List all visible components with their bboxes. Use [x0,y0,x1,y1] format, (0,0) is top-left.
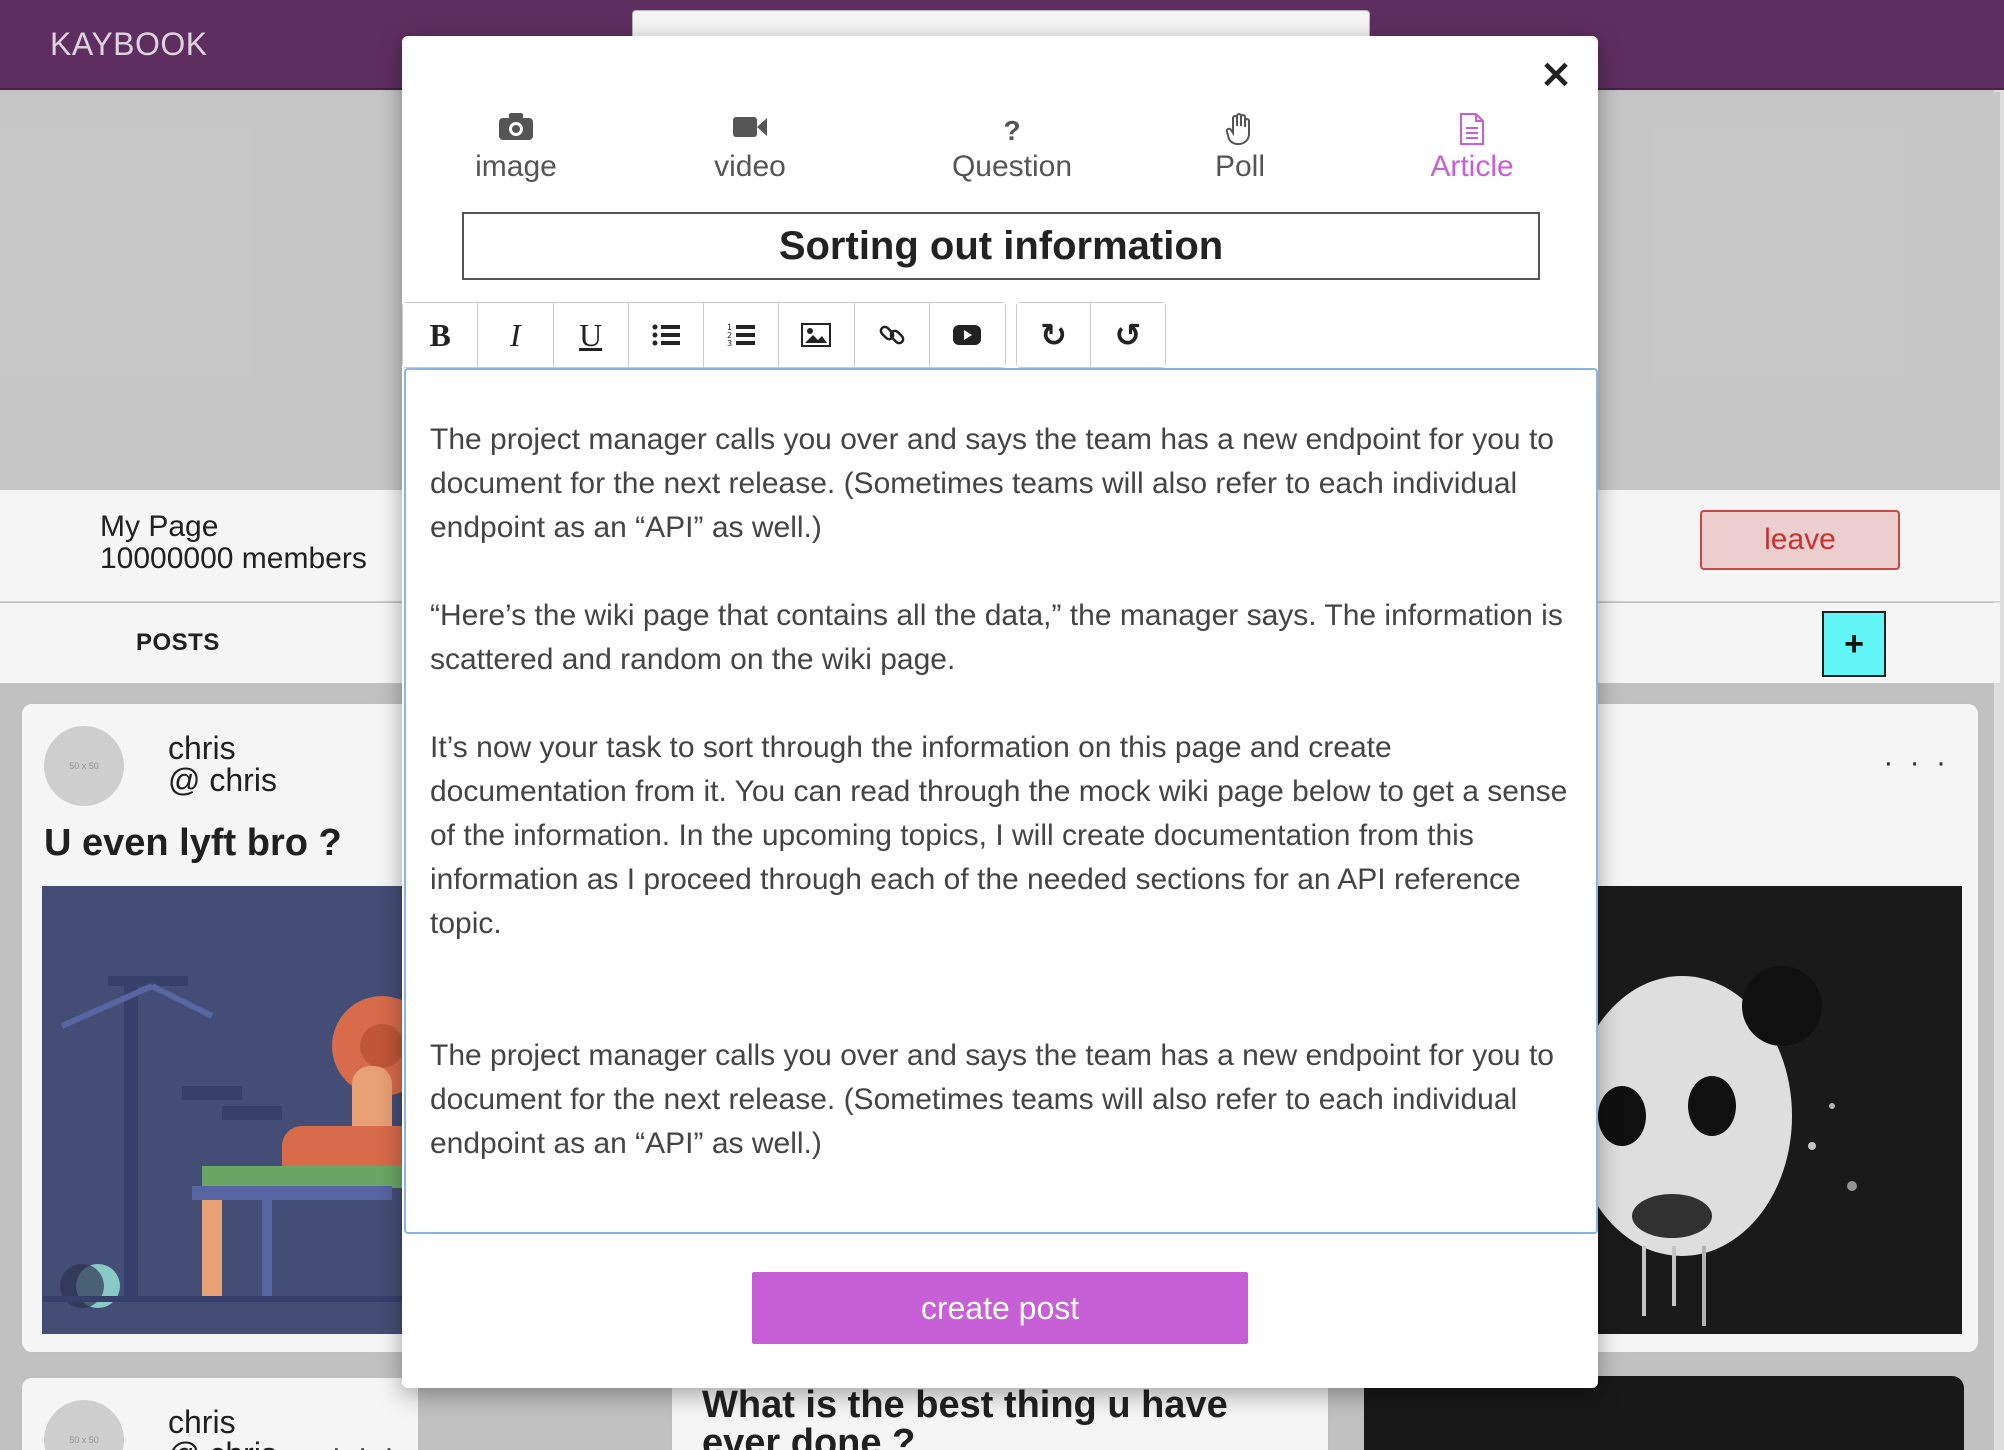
body-paragraph: “Here’s the wiki page that contains all … [430,599,1563,676]
bold-button[interactable]: B [403,303,479,367]
post-type-label: video [714,150,786,183]
image-icon [801,323,832,347]
bullet-list-icon [652,324,680,346]
post-type-label: Article [1430,150,1514,183]
underline-button[interactable]: U [553,303,629,367]
hand-icon [1170,112,1310,150]
numbered-list-button[interactable]: 123 [704,303,780,367]
redo-button[interactable]: ↻ [1017,303,1091,367]
document-icon [1392,112,1552,150]
close-icon[interactable]: × [1536,54,1576,94]
insert-image-button[interactable] [779,303,855,367]
insert-link-button[interactable] [854,303,930,367]
post-type-poll[interactable]: Poll [1170,112,1310,192]
create-post-modal: × image video ? Question Poll Article B … [402,36,1598,1388]
bullet-list-button[interactable] [628,303,704,367]
youtube-icon [953,325,982,345]
body-paragraph: It’s now your task to sort through the i… [430,731,1568,940]
svg-text:3: 3 [727,339,732,348]
article-title-input[interactable] [462,212,1540,280]
create-post-button[interactable]: create post [752,1272,1248,1344]
post-type-question[interactable]: ? Question [922,112,1102,192]
article-body-editor[interactable]: The project manager calls you over and s… [404,368,1598,1234]
link-icon [879,325,904,345]
post-type-label: image [475,150,557,183]
body-paragraph: The project manager calls you over and s… [430,1039,1554,1160]
post-type-video[interactable]: video [680,112,820,192]
numbered-list-icon: 123 [727,323,756,348]
camera-icon [446,112,586,150]
italic-button[interactable]: I [478,303,554,367]
history-group: ↻ ↺ [1016,302,1166,368]
post-type-label: Question [951,150,1073,183]
post-type-image[interactable]: image [446,112,586,192]
undo-button[interactable]: ↺ [1091,303,1165,367]
post-type-label: Poll [1214,150,1266,183]
post-type-article[interactable]: Article [1392,112,1552,192]
body-paragraph: The project manager calls you over and s… [430,423,1554,544]
question-icon: ? [1003,115,1021,146]
formatting-group: B I U 123 [402,302,1006,368]
insert-video-button[interactable] [929,303,1005,367]
video-camera-icon [680,112,820,150]
